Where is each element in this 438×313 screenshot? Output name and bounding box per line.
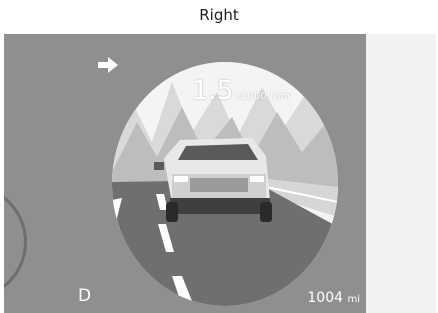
instrument-cluster-screen: 1.5 x1000 rpm D 1004 mi [4,34,366,313]
gear-indicator: D [78,286,92,306]
rpm-unit: x1000 rpm [235,91,291,102]
figure-caption: Right [199,6,239,24]
vehicle-icon [154,138,272,222]
right-arrow-icon [98,57,118,73]
odometer: 1004 mi [307,290,360,306]
odometer-unit: mi [347,294,360,305]
odometer-value: 1004 [307,290,344,306]
cluster-illustration: 1.5 x1000 rpm D 1004 mi [4,34,436,313]
left-gauge-arc [4,184,27,300]
rpm-readout: 1.5 x1000 rpm [192,76,290,106]
rpm-value: 1.5 [192,76,234,106]
blank-side-panel [366,34,436,313]
